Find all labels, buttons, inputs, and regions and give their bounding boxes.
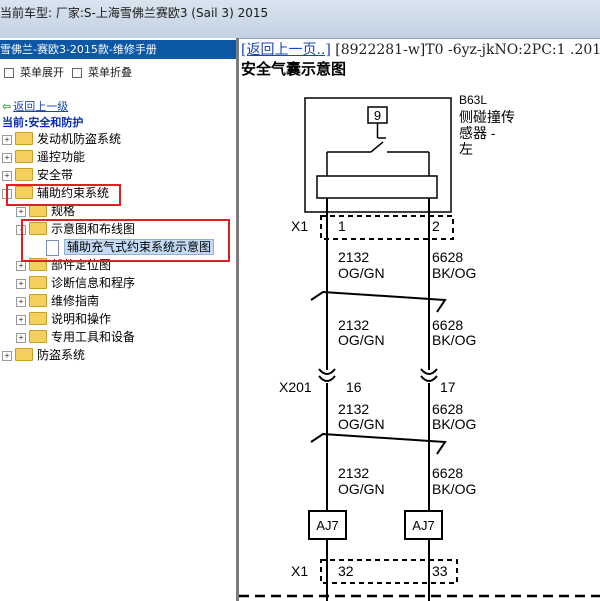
wire-label-right-color: BK/OG xyxy=(432,416,476,432)
tree-expander-icon[interactable]: + xyxy=(16,332,26,343)
window-titlebar: 当前车型: 厂家:S-上海雪佛兰赛欧3 (Sail 3) 2015 xyxy=(0,0,600,39)
current-section: 当前:安全和防护 xyxy=(2,114,83,130)
tree-item-diagnostics[interactable]: + 诊断信息和程序 xyxy=(16,275,135,292)
menu-collapse-label: 菜单折叠 xyxy=(88,66,132,79)
pin-16-label: 16 xyxy=(346,379,362,395)
document-pane: [返回上一页..] [8922281-w]T0 -6yz-jkNO:2PC:1 … xyxy=(239,38,600,601)
component-id: B63L xyxy=(459,93,487,107)
tree-item-anti-theft[interactable]: + 防盗系统 xyxy=(2,347,85,364)
wire-label-left-circuit: 2132 xyxy=(338,401,369,417)
window-title: 当前车型: 厂家:S-上海雪佛兰赛欧3 (Sail 3) 2015 xyxy=(0,6,269,20)
pin-1-label: 1 xyxy=(338,218,346,234)
tree-item-label: 专用工具和设备 xyxy=(51,330,136,344)
tree-item-label: 遥控功能 xyxy=(37,150,86,164)
highlight-box-schematic xyxy=(21,219,230,262)
wire-label-left-color: OG/GN xyxy=(338,265,385,281)
current-section-label: 当前:安全和防护 xyxy=(2,116,84,129)
sensor-element xyxy=(316,175,438,199)
folder-icon xyxy=(15,132,33,145)
expand-icon xyxy=(4,68,14,78)
tree-expander-icon[interactable]: + xyxy=(2,152,12,163)
tree-item-seat-belts[interactable]: + 安全带 xyxy=(2,167,73,184)
component-name-line2: 感器 - xyxy=(459,125,496,141)
twisted-pair-marker xyxy=(310,290,447,313)
tree-item-label: 防盗系统 xyxy=(37,348,86,362)
splice-label-left: AJ7 xyxy=(316,518,338,533)
folder-icon xyxy=(29,312,47,325)
wire-label-left-color: OG/GN xyxy=(338,332,385,348)
tree-item-repair-guide[interactable]: + 维修指南 xyxy=(16,293,99,310)
wire-label-right-circuit: 6628 xyxy=(432,249,463,265)
tree-expander-icon[interactable]: + xyxy=(16,314,26,325)
folder-icon xyxy=(15,150,33,163)
tree-item-instructions[interactable]: + 说明和操作 xyxy=(16,311,111,328)
wire-label-right-color: BK/OG xyxy=(432,332,476,348)
tree-expander-icon[interactable]: + xyxy=(16,260,26,271)
tree-expander-icon[interactable]: + xyxy=(16,206,26,217)
connector-x1-label-bottom: X1 xyxy=(291,563,308,579)
pin-33-label: 33 xyxy=(432,563,448,579)
tree-item-label: 诊断信息和程序 xyxy=(51,276,136,290)
pin-2-label: 2 xyxy=(432,218,440,234)
tree-item-engine-immobilizer[interactable]: + 发动机防盗系统 xyxy=(2,131,121,148)
folder-icon xyxy=(15,168,33,181)
pin-32-label: 32 xyxy=(338,563,354,579)
collapse-icon xyxy=(72,68,82,78)
folder-icon xyxy=(15,348,33,361)
navigation-pane: 雪佛兰-赛欧3-2015款-维修手册 菜单展开 菜单折叠 ⇦ 返回上一级 当前:安… xyxy=(0,38,236,601)
wire-label-right-circuit: 6628 xyxy=(432,317,463,333)
splice-label-right: AJ7 xyxy=(412,518,434,533)
manual-title: 雪佛兰-赛欧3-2015款-维修手册 xyxy=(0,40,236,59)
tree-item-remote-functions[interactable]: + 遥控功能 xyxy=(2,149,85,166)
twisted-pair-marker xyxy=(310,432,447,455)
component-name-line1: 侧碰撞传 xyxy=(459,109,515,125)
wire-label-right-color: BK/OG xyxy=(432,481,476,497)
tree-expander-icon[interactable]: + xyxy=(2,134,12,145)
tree-expander-icon[interactable]: + xyxy=(2,350,12,361)
tree-expander-icon[interactable]: + xyxy=(2,170,12,181)
highlight-box-restraint xyxy=(6,184,121,206)
wire-label-right-circuit: 6628 xyxy=(432,401,463,417)
tree-expander-icon[interactable]: + xyxy=(16,296,26,307)
ground-label: 9 xyxy=(374,108,381,123)
wire-label-right-circuit: 6628 xyxy=(432,465,463,481)
tree-item-label: 发动机防盗系统 xyxy=(37,132,122,146)
wire-label-left-color: OG/GN xyxy=(338,416,385,432)
folder-icon xyxy=(29,330,47,343)
back-arrow-icon: ⇦ xyxy=(2,100,12,113)
wire-label-left-circuit: 2132 xyxy=(338,317,369,333)
pin-17-label: 17 xyxy=(440,379,456,395)
wiring-diagram: 9 B63L 侧碰撞传 感器 - 左 X1 1 2 2132 OG/GN 662… xyxy=(239,93,600,601)
tree-item-label: 规格 xyxy=(51,204,76,218)
wire-label-left-circuit: 2132 xyxy=(338,249,369,265)
tree-item-label: 安全带 xyxy=(37,168,74,182)
wire-label-right-color: BK/OG xyxy=(432,265,476,281)
folder-icon xyxy=(29,276,47,289)
menu-expand-button[interactable]: 菜单展开 xyxy=(4,64,64,80)
folder-icon xyxy=(29,294,47,307)
component-name-line3: 左 xyxy=(459,141,473,157)
menu-collapse-button[interactable]: 菜单折叠 xyxy=(72,64,132,80)
tree-item-special-tools[interactable]: + 专用工具和设备 xyxy=(16,329,135,346)
wire-label-left-color: OG/GN xyxy=(338,481,385,497)
back-link-label: 返回上一级 xyxy=(13,100,69,113)
connector-x201-label: X201 xyxy=(279,379,312,395)
tree-item-label: 说明和操作 xyxy=(51,312,112,326)
back-link[interactable]: ⇦ 返回上一级 xyxy=(2,98,68,114)
tree-expander-icon[interactable]: + xyxy=(16,278,26,289)
menu-expand-label: 菜单展开 xyxy=(20,66,64,79)
wire-label-left-circuit: 2132 xyxy=(338,465,369,481)
tree-item-label: 维修指南 xyxy=(51,294,100,308)
connector-x1-label: X1 xyxy=(291,218,308,234)
